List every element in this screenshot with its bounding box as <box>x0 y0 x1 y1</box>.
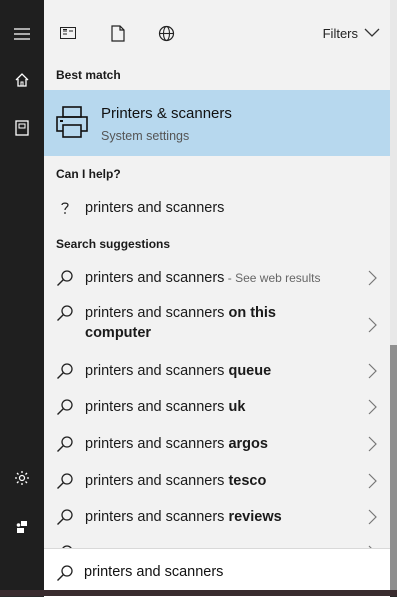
filters-button[interactable]: Filters <box>323 23 380 43</box>
suggestion-item[interactable]: printers and scanners reviews <box>44 499 390 535</box>
suggestion-text: printers and scanners tesco <box>85 473 267 489</box>
globe-icon[interactable] <box>153 20 179 46</box>
settings-icon[interactable] <box>0 456 44 500</box>
suggestion-text: printers and scanners queue <box>85 363 272 379</box>
search-icon <box>56 564 74 582</box>
taskbar-edge <box>0 590 397 596</box>
chevron-right-icon <box>368 436 378 452</box>
suggestion-item[interactable]: printers and scanners on this computer <box>44 299 390 351</box>
suggestion-item[interactable]: printers and scanners argos <box>44 426 390 462</box>
best-match-title: Printers & scanners <box>101 105 232 122</box>
filters-label: Filters <box>322 25 358 41</box>
chevron-right-icon <box>368 270 378 286</box>
filter-bar: Filters <box>44 0 390 64</box>
can-i-help-heading: Can I help? <box>56 167 121 181</box>
left-rail <box>0 0 44 596</box>
chevron-right-icon <box>368 363 378 379</box>
hamburger-icon[interactable] <box>0 12 44 56</box>
suggestion-text: printers and scanners argos <box>85 436 268 452</box>
chevron-down-icon <box>364 28 380 37</box>
best-match-heading: Best match <box>56 68 121 82</box>
suggestion-text: printers and scanners uk <box>85 399 246 415</box>
suggestion-text: printers and scanners reviews <box>85 509 282 525</box>
help-result[interactable]: printers and scanners <box>44 190 390 226</box>
background-shade <box>390 345 397 596</box>
document-icon[interactable] <box>105 20 131 46</box>
chevron-right-icon <box>368 473 378 489</box>
suggestion-item[interactable]: printers and scanners tesco <box>44 463 390 499</box>
search-icon <box>56 472 74 490</box>
chevron-right-icon <box>368 317 378 333</box>
chevron-right-icon <box>368 399 378 415</box>
home-icon[interactable] <box>0 58 44 102</box>
suggestion-item[interactable]: printers and scanners - See web results <box>44 260 390 296</box>
suggestion-text: printers and scanners on this computer <box>85 305 276 341</box>
search-suggestions-heading: Search suggestions <box>56 237 171 251</box>
search-icon <box>56 398 74 416</box>
background-strip <box>390 0 397 596</box>
best-match-subtitle: System settings <box>101 129 190 143</box>
search-icon <box>56 304 74 322</box>
user-icon[interactable] <box>0 505 44 549</box>
search-icon <box>56 269 74 287</box>
search-icon <box>56 508 74 526</box>
documents-icon[interactable] <box>0 106 44 150</box>
help-text: printers and scanners <box>85 200 225 216</box>
best-match-result[interactable]: Printers & scanners System settings <box>44 90 390 156</box>
printer-icon <box>54 104 90 140</box>
suggestion-item[interactable]: printers and scanners queue <box>44 353 390 389</box>
question-icon <box>56 199 74 217</box>
suggestion-text: printers and scanners - See web results <box>85 270 321 286</box>
search-icon <box>56 362 74 380</box>
search-icon <box>56 435 74 453</box>
search-query[interactable]: printers and scanners <box>84 564 223 580</box>
suggestion-item[interactable]: printers and scanners uk <box>44 389 390 425</box>
chevron-right-icon <box>368 509 378 525</box>
search-panel: Filters Best match Printers & scanners S… <box>44 0 390 597</box>
app-icon[interactable] <box>55 20 81 46</box>
